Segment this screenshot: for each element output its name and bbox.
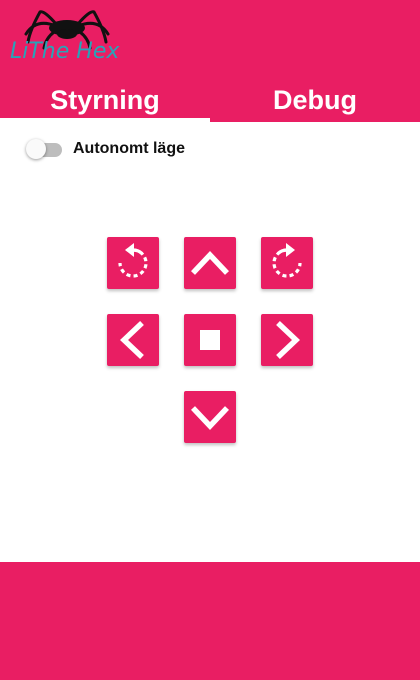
right-button[interactable] <box>261 314 313 366</box>
autonomous-mode-label: Autonomt läge <box>73 140 185 157</box>
autonomous-mode-switch[interactable] <box>26 136 64 162</box>
rotate-right-button[interactable] <box>261 237 313 289</box>
autonomous-mode-row: Autonomt läge <box>26 136 185 162</box>
backward-button[interactable] <box>184 391 236 443</box>
stop-button[interactable] <box>184 314 236 366</box>
tab-styrning-label: Styrning <box>50 84 160 115</box>
rotate-left-button[interactable] <box>107 237 159 289</box>
svg-text:LiThe Hex: LiThe Hex <box>10 39 120 62</box>
rotate-cw-icon <box>272 243 302 278</box>
left-button[interactable] <box>107 314 159 366</box>
chevron-up-icon <box>191 250 229 275</box>
switch-thumb <box>26 139 46 159</box>
forward-button[interactable] <box>184 237 236 289</box>
lithe-hex-logo: LiThe Hex <box>6 4 128 62</box>
tab-debug[interactable]: Debug <box>210 78 420 122</box>
app-header: LiThe Hex Styrning Debug <box>0 0 420 122</box>
bottom-bar <box>0 562 420 680</box>
selected-tab-indicator <box>0 118 210 122</box>
tab-styrning[interactable]: Styrning <box>0 78 210 122</box>
stop-icon <box>200 330 220 350</box>
tab-debug-label: Debug <box>273 84 357 115</box>
chevron-left-icon <box>119 321 144 359</box>
chevron-right-icon <box>276 321 301 359</box>
chevron-down-icon <box>191 406 229 431</box>
rotate-ccw-icon <box>118 243 148 278</box>
